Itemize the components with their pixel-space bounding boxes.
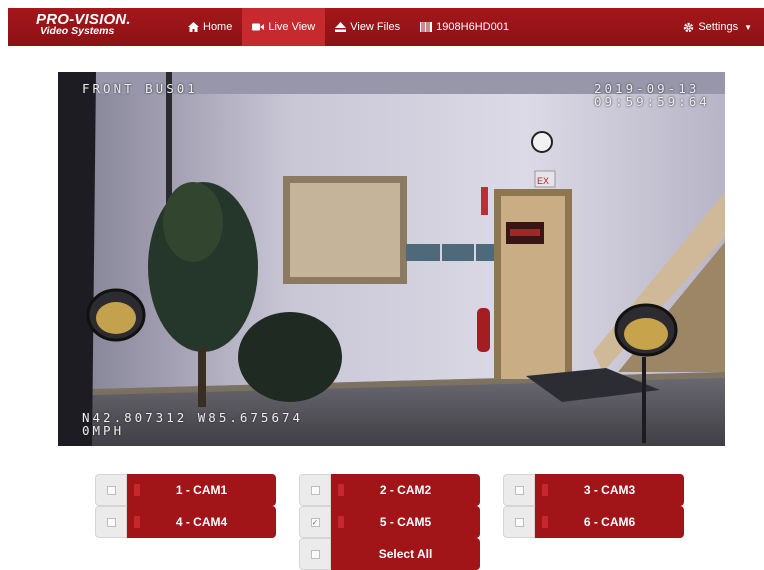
nav-item-label: Live View xyxy=(268,21,316,33)
cam2-toggle[interactable]: 2 - CAM2 xyxy=(299,474,480,506)
cam3-label: 3 - CAM3 xyxy=(583,483,636,497)
cam4-label: 4 - CAM4 xyxy=(175,515,228,529)
cam3-toggle[interactable]: 3 - CAM3 xyxy=(503,474,684,506)
svg-text:EX: EX xyxy=(537,176,549,186)
barcode-icon xyxy=(420,22,433,32)
camera-icon xyxy=(134,484,140,496)
select-all-button[interactable]: Select All xyxy=(331,538,480,570)
cam6-checkbox[interactable] xyxy=(503,506,535,538)
cam6-button[interactable]: 6 - CAM6 xyxy=(535,506,684,538)
select-all-checkbox[interactable] xyxy=(299,538,331,570)
cam5-label: 5 - CAM5 xyxy=(379,515,432,529)
speed-overlay: 0MPH xyxy=(82,423,125,438)
cam5-toggle[interactable]: ✓ 5 - CAM5 xyxy=(299,506,480,538)
cam5-button[interactable]: 5 - CAM5 xyxy=(331,506,480,538)
nav-item-label: 1908H6HD001 xyxy=(436,21,509,33)
brand-logo[interactable]: PRO-VISION. Video Systems xyxy=(8,8,148,46)
checkbox-icon xyxy=(106,517,116,527)
nav-item-home[interactable]: Home xyxy=(178,8,242,46)
cam4-button[interactable]: 4 - CAM4 xyxy=(127,506,276,538)
time-overlay: 09:59:59:64 xyxy=(594,94,710,109)
checkbox-icon xyxy=(514,485,524,495)
camera-icon xyxy=(338,516,344,528)
cam3-button[interactable]: 3 - CAM3 xyxy=(535,474,684,506)
caret-down-icon: ▼ xyxy=(744,22,752,32)
camera-icon xyxy=(542,516,548,528)
nav-item-device-id[interactable]: 1908H6HD001 xyxy=(410,8,519,46)
camera-scene: EX xyxy=(58,72,725,446)
checkbox-icon xyxy=(310,549,320,559)
nav-item-live-view[interactable]: Live View xyxy=(242,8,326,46)
gear-icon xyxy=(683,22,694,33)
brand-tagline: Video Systems xyxy=(40,25,115,37)
top-navbar: PRO-VISION. Video Systems Home Live View… xyxy=(8,8,764,46)
cam4-toggle[interactable]: 4 - CAM4 xyxy=(95,506,276,538)
cam1-label: 1 - CAM1 xyxy=(175,483,228,497)
nav-item-view-files[interactable]: View Files xyxy=(325,8,410,46)
settings-dropdown[interactable]: Settings ▼ xyxy=(683,8,752,46)
nav-item-label: View Files xyxy=(350,21,401,33)
cam2-button[interactable]: 2 - CAM2 xyxy=(331,474,480,506)
cam1-checkbox[interactable] xyxy=(95,474,127,506)
cam5-checkbox[interactable]: ✓ xyxy=(299,506,331,538)
select-all-toggle[interactable]: Select All xyxy=(299,538,480,570)
cam6-label: 6 - CAM6 xyxy=(583,515,636,529)
nav-menu: Home Live View View Files 1908H6HD001 xyxy=(178,8,519,46)
cam2-checkbox[interactable] xyxy=(299,474,331,506)
checkbox-icon xyxy=(310,485,320,495)
video-camera-icon xyxy=(252,23,265,31)
cam4-checkbox[interactable] xyxy=(95,506,127,538)
camera-icon xyxy=(542,484,548,496)
checkbox-icon xyxy=(106,485,116,495)
camera-icon xyxy=(134,516,140,528)
nav-item-label: Home xyxy=(203,21,233,33)
settings-label: Settings xyxy=(698,21,739,33)
cam6-toggle[interactable]: 6 - CAM6 xyxy=(503,506,684,538)
cam1-button[interactable]: 1 - CAM1 xyxy=(127,474,276,506)
camera-name-overlay: FRONT BUS01 xyxy=(82,81,198,96)
select-all-label: Select All xyxy=(378,547,433,561)
checkbox-checked-icon: ✓ xyxy=(310,517,320,527)
cam3-checkbox[interactable] xyxy=(503,474,535,506)
checkbox-icon xyxy=(514,517,524,527)
eject-icon xyxy=(335,22,347,32)
camera-icon xyxy=(338,484,344,496)
live-video-feed[interactable]: EX FRONT BUS01 2019-09-13 09:59:59:64 N4… xyxy=(58,72,725,446)
cam1-toggle[interactable]: 1 - CAM1 xyxy=(95,474,276,506)
cam2-label: 2 - CAM2 xyxy=(379,483,432,497)
home-icon xyxy=(188,22,199,32)
